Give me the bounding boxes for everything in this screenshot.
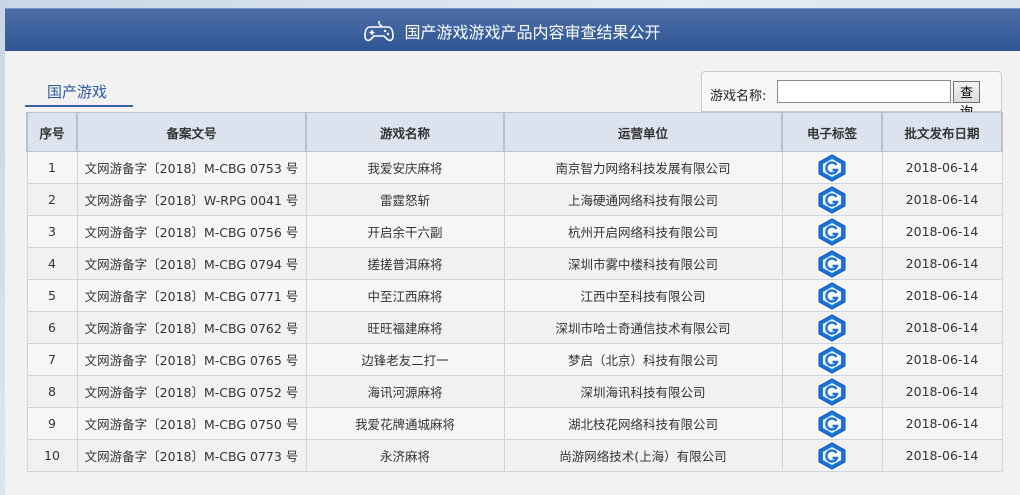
- e-label-icon[interactable]: [817, 345, 847, 374]
- operator-company: 湖北枝花网络科技有限公司: [503, 407, 783, 440]
- col-header-company: 运营单位: [503, 112, 783, 152]
- tab-label: 国产游戏: [47, 83, 108, 101]
- table-row: 10 文网游备字〔2018〕M-CBG 0773 号永济麻将 尚游网络技术(上海）有…: [26, 439, 1003, 472]
- e-label-cell: [781, 375, 883, 408]
- approval-date: 2018-06-14: [881, 183, 1003, 216]
- operator-company: 上海硬通网络科技有限公司: [503, 183, 783, 216]
- table-row: 3 文网游备字〔2018〕M-CBG 0756 号开启余干六副 杭州开启网络科技有限…: [26, 215, 1003, 248]
- table-header-row: 序号 备案文号 游戏名称 运营单位 电子标签 批文发布日期: [26, 112, 1003, 152]
- gamepad-icon: [364, 20, 395, 41]
- approval-date: 2018-06-14: [881, 311, 1003, 344]
- record-number: 文网游备字〔2018〕M-CBG 0752 号: [76, 375, 307, 408]
- tab-domestic-games[interactable]: 国产游戏: [25, 79, 133, 107]
- game-name: 永济麻将: [305, 439, 505, 472]
- e-label-icon[interactable]: [817, 281, 847, 310]
- row-number: 8: [26, 375, 78, 408]
- e-label-icon[interactable]: [817, 217, 847, 246]
- operator-company: 江西中至科技有限公司: [503, 279, 783, 312]
- approval-date: 2018-06-14: [881, 215, 1003, 248]
- row-number: 9: [26, 407, 78, 440]
- col-header-date: 批文发布日期: [881, 112, 1003, 152]
- approval-date: 2018-06-14: [881, 407, 1003, 440]
- operator-company: 深圳市雾中楼科技有限公司: [503, 247, 783, 280]
- game-name: 搓搓普洱麻将: [305, 247, 505, 280]
- e-label-icon[interactable]: [817, 313, 847, 342]
- game-name: 中至江西麻将: [305, 279, 505, 312]
- e-label-cell: [781, 151, 883, 184]
- approval-date: 2018-06-14: [881, 151, 1003, 184]
- record-number: 文网游备字〔2018〕M-CBG 0750 号: [76, 407, 307, 440]
- e-label-cell: [781, 439, 883, 472]
- game-name: 开启余干六副: [305, 215, 505, 248]
- col-header-name: 游戏名称: [305, 112, 505, 152]
- e-label-cell: [781, 311, 883, 344]
- search-label: 游戏名称:: [710, 89, 767, 104]
- results-table: 序号 备案文号 游戏名称 运营单位 电子标签 批文发布日期 1 文网游备字〔201…: [26, 112, 1003, 472]
- approval-date: 2018-06-14: [881, 279, 1003, 312]
- table-row: 8 文网游备字〔2018〕M-CBG 0752 号海讯河源麻将 深圳海讯科技有限公司…: [26, 375, 1003, 408]
- game-name-search-input[interactable]: [777, 80, 951, 103]
- game-name: 雷霆怒斩: [305, 183, 505, 216]
- game-name: 我爱花牌通城麻将: [305, 407, 505, 440]
- row-number: 2: [26, 183, 78, 216]
- row-number: 4: [26, 247, 78, 280]
- record-number: 文网游备字〔2018〕M-CBG 0794 号: [76, 247, 307, 280]
- record-number: 文网游备字〔2018〕M-CBG 0771 号: [76, 279, 307, 312]
- e-label-cell: [781, 343, 883, 376]
- table-row: 5 文网游备字〔2018〕M-CBG 0771 号中至江西麻将 江西中至科技有限公司…: [26, 279, 1003, 312]
- approval-date: 2018-06-14: [881, 247, 1003, 280]
- operator-company: 梦启（北京）科技有限公司: [503, 343, 783, 376]
- row-number: 5: [26, 279, 78, 312]
- e-label-cell: [781, 183, 883, 216]
- operator-company: 南京智力网络科技发展有限公司: [503, 151, 783, 184]
- table-row: 7 文网游备字〔2018〕M-CBG 0765 号边锋老友二打一 梦启（北京）科技有…: [26, 343, 1003, 376]
- game-name: 旺旺福建麻将: [305, 311, 505, 344]
- col-header-ref: 备案文号: [76, 112, 307, 152]
- e-label-icon[interactable]: [817, 409, 847, 438]
- e-label-cell: [781, 215, 883, 248]
- record-number: 文网游备字〔2018〕M-CBG 0765 号: [76, 343, 307, 376]
- content-panel: 国产游戏 游戏名称: 查询 序号 备案文号 游戏名称 运营单位 电子标签 批文发…: [5, 51, 1020, 495]
- operator-company: 杭州开启网络科技有限公司: [503, 215, 783, 248]
- e-label-icon[interactable]: [817, 185, 847, 214]
- operator-company: 深圳市哈士奇通信技术有限公司: [503, 311, 783, 344]
- row-number: 3: [26, 215, 78, 248]
- table-row: 9 文网游备字〔2018〕M-CBG 0750 号我爱花牌通城麻将 湖北枝花网络科技…: [26, 407, 1003, 440]
- table-row: 1 文网游备字〔2018〕M-CBG 0753 号我爱安庆麻将 南京智力网络科技发展…: [26, 151, 1003, 184]
- row-number: 10: [26, 439, 78, 472]
- row-number: 7: [26, 343, 78, 376]
- operator-company: 尚游网络技术(上海）有限公司: [503, 439, 783, 472]
- e-label-cell: [781, 407, 883, 440]
- table-row: 2 文网游备字〔2018〕W-RPG 0041 号雷霆怒斩 上海硬通网络科技有限公司…: [26, 183, 1003, 216]
- record-number: 文网游备字〔2018〕M-CBG 0773 号: [76, 439, 307, 472]
- record-number: 文网游备字〔2018〕M-CBG 0756 号: [76, 215, 307, 248]
- col-header-no: 序号: [26, 112, 78, 152]
- e-label-icon[interactable]: [817, 249, 847, 278]
- record-number: 文网游备字〔2018〕W-RPG 0041 号: [76, 183, 307, 216]
- game-name: 我爱安庆麻将: [305, 151, 505, 184]
- approval-date: 2018-06-14: [881, 343, 1003, 376]
- search-box: 游戏名称: 查询: [701, 71, 1002, 119]
- col-header-label: 电子标签: [781, 112, 883, 152]
- e-label-icon[interactable]: [817, 153, 847, 182]
- page-title: 国产游戏游戏产品内容审查结果公开: [404, 22, 661, 42]
- table-row: 4 文网游备字〔2018〕M-CBG 0794 号搓搓普洱麻将 深圳市雾中楼科技有限…: [26, 247, 1003, 280]
- table-row: 6 文网游备字〔2018〕M-CBG 0762 号旺旺福建麻将 深圳市哈士奇通信技术…: [26, 311, 1003, 344]
- record-number: 文网游备字〔2018〕M-CBG 0762 号: [76, 311, 307, 344]
- record-number: 文网游备字〔2018〕M-CBG 0753 号: [76, 151, 307, 184]
- approval-date: 2018-06-14: [881, 375, 1003, 408]
- game-name: 边锋老友二打一: [305, 343, 505, 376]
- e-label-cell: [781, 279, 883, 312]
- game-name: 海讯河源麻将: [305, 375, 505, 408]
- row-number: 1: [26, 151, 78, 184]
- e-label-icon[interactable]: [817, 377, 847, 406]
- page-header: 国产游戏游戏产品内容审查结果公开: [5, 8, 1020, 52]
- row-number: 6: [26, 311, 78, 344]
- search-button[interactable]: 查询: [953, 81, 980, 119]
- e-label-cell: [781, 247, 883, 280]
- e-label-icon[interactable]: [817, 441, 847, 470]
- operator-company: 深圳海讯科技有限公司: [503, 375, 783, 408]
- approval-date: 2018-06-14: [881, 439, 1003, 472]
